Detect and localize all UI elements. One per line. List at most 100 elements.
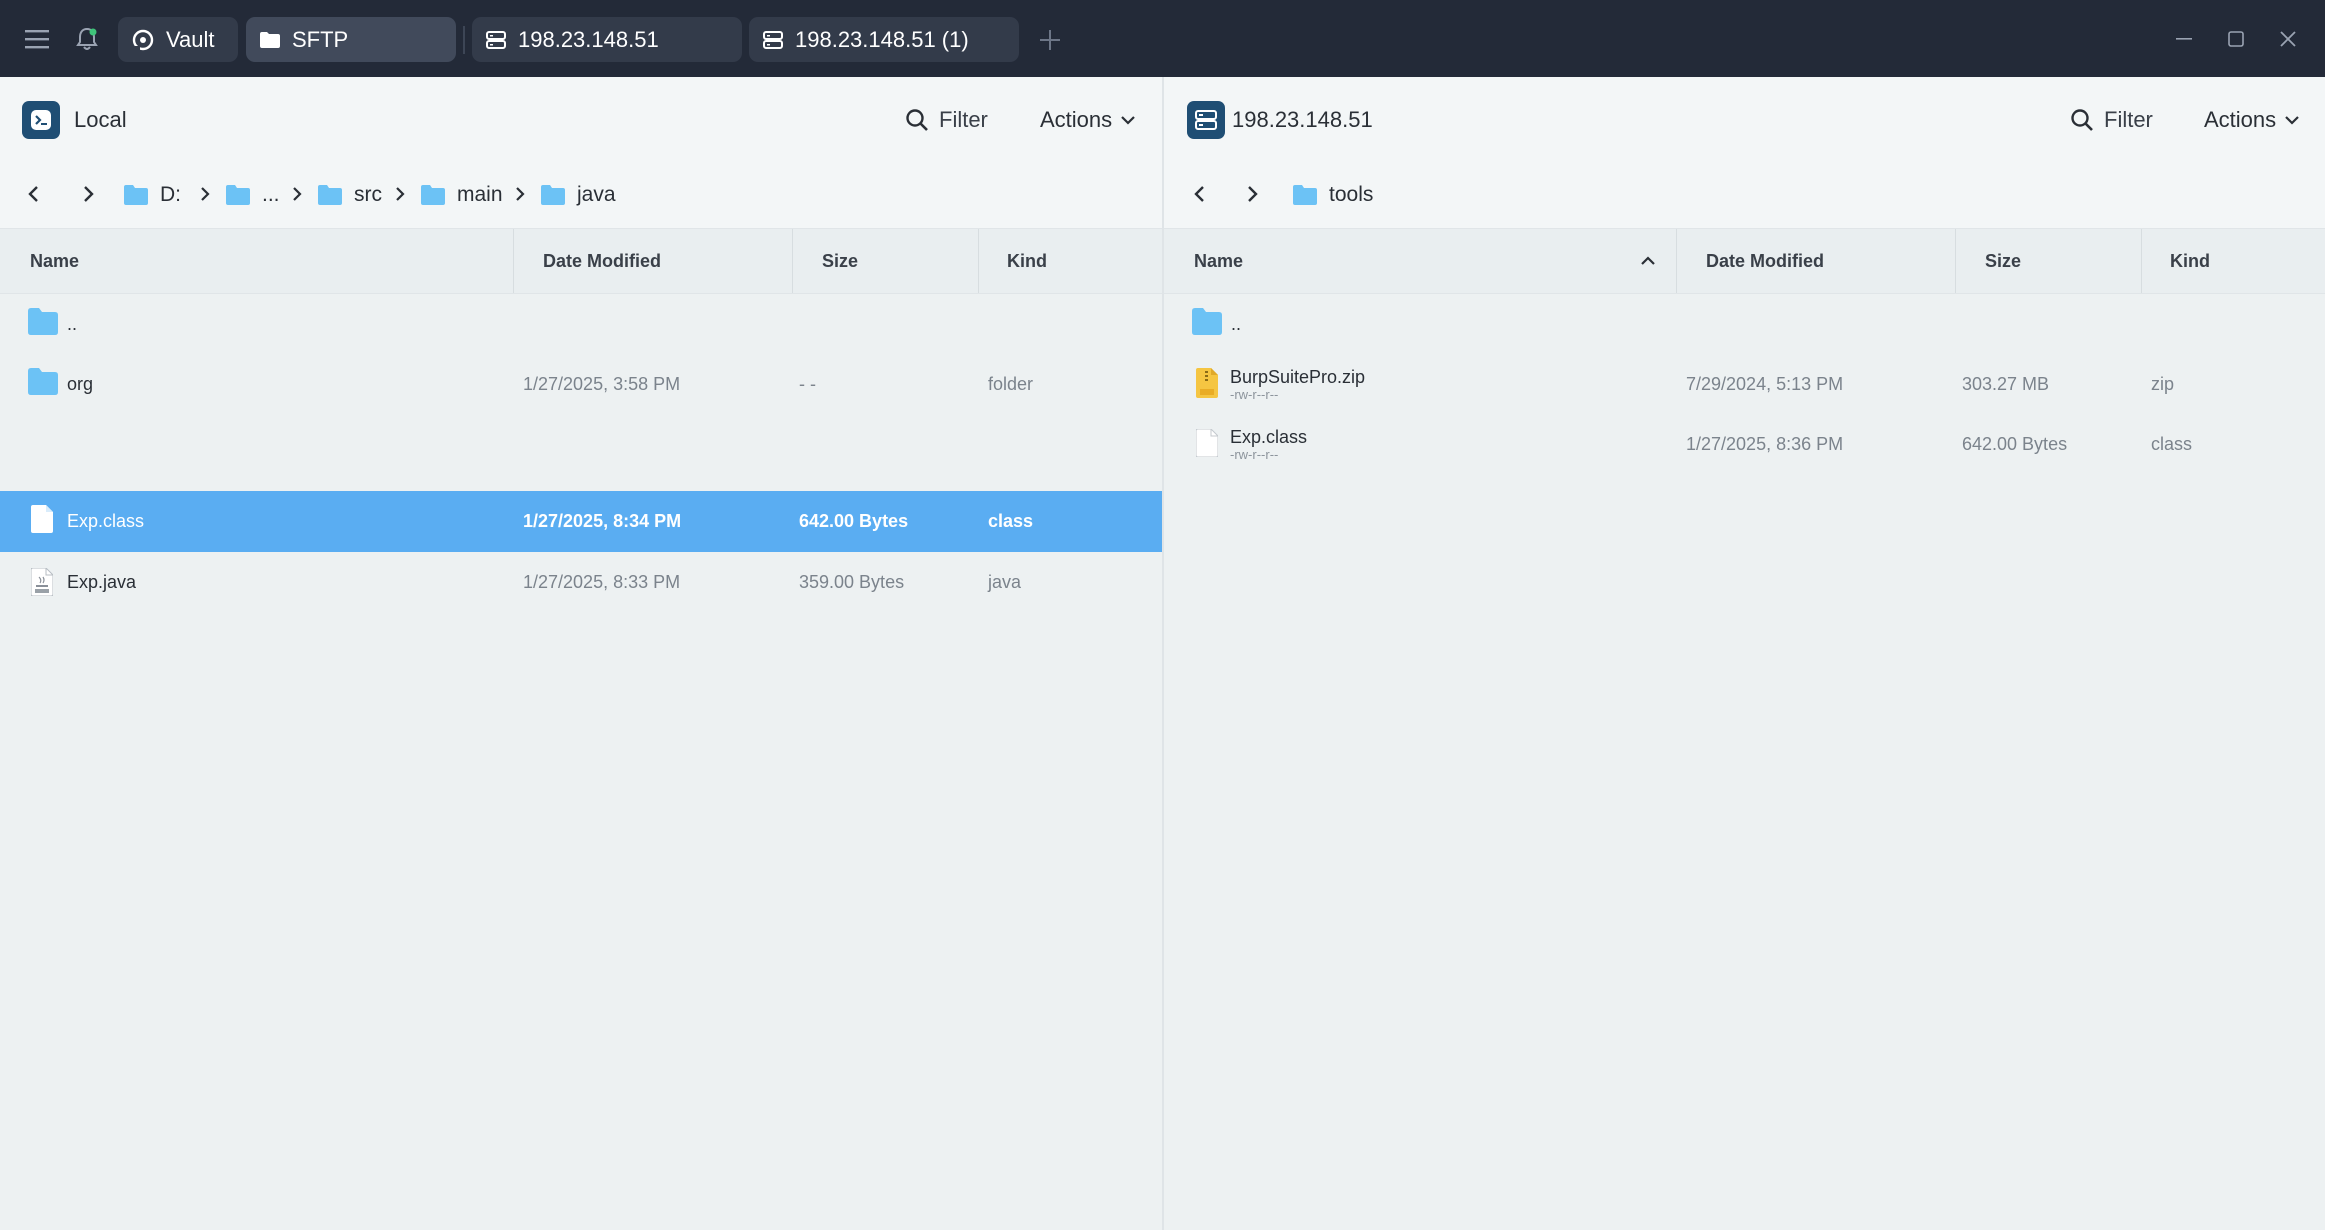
column-name[interactable]: Name	[1194, 229, 1243, 293]
notification-bell-icon[interactable]	[68, 20, 106, 58]
close-icon[interactable]	[2269, 20, 2307, 58]
folder-icon	[421, 185, 445, 205]
file-permissions: -rw-r--r--	[1230, 386, 1279, 402]
file-size: 642.00 Bytes	[799, 511, 909, 531]
file-name: ..	[67, 314, 78, 334]
folder-icon	[1192, 308, 1222, 335]
actions-button[interactable]: Actions	[2204, 103, 2300, 137]
file-name: BurpSuitePro.zip	[1230, 366, 1366, 387]
forward-arrow-icon[interactable]	[1238, 179, 1268, 209]
table-row[interactable]: Exp.java 1/27/2025, 8:33 PM 359.00 Bytes…	[0, 552, 1162, 613]
back-arrow-icon[interactable]	[1184, 179, 1214, 209]
column-kind[interactable]: Kind	[1007, 229, 1047, 293]
column-divider[interactable]	[1955, 229, 1956, 293]
filter-button[interactable]: Filter	[2070, 103, 2153, 137]
file-permissions: -rw-r--r--	[1230, 446, 1279, 462]
file-date: 1/27/2025, 8:33 PM	[523, 572, 681, 592]
file-name: org	[67, 374, 94, 394]
maximize-icon[interactable]	[2217, 20, 2255, 58]
terminal-icon	[22, 101, 60, 139]
column-kind[interactable]: Kind	[2170, 229, 2210, 293]
breadcrumb-label: main	[457, 183, 503, 206]
breadcrumb-label: D:	[160, 183, 181, 206]
tab-label: 198.23.148.51 (1)	[795, 26, 969, 52]
tab-label: Vault	[166, 26, 215, 52]
file-name: Exp.class	[1230, 426, 1308, 447]
parent-directory-row[interactable]: ..	[1164, 294, 2325, 355]
column-date-modified[interactable]: Date Modified	[1706, 229, 1824, 293]
filter-button[interactable]: Filter	[905, 103, 988, 137]
chevron-right-icon	[285, 182, 309, 206]
file-name: Exp.class	[67, 511, 145, 531]
file-icon	[1196, 429, 1218, 457]
tab-vault[interactable]: Vault	[118, 17, 238, 62]
folder-icon	[226, 185, 250, 205]
server-icon	[486, 30, 506, 49]
tab-sftp[interactable]: SFTP	[246, 17, 456, 62]
back-arrow-icon[interactable]	[18, 179, 48, 209]
column-size[interactable]: Size	[1985, 229, 2021, 293]
breadcrumb-item-current[interactable]: java	[541, 179, 616, 211]
local-pane: Local Filter Actions D: ... src main jav…	[0, 77, 1162, 1230]
column-divider[interactable]	[2141, 229, 2142, 293]
java-file-icon	[31, 568, 53, 596]
column-divider[interactable]	[513, 229, 514, 293]
parent-directory-row[interactable]: ..	[0, 294, 1162, 355]
file-name: ..	[1231, 314, 1242, 334]
filter-label: Filter	[939, 107, 988, 132]
sort-ascending-icon[interactable]	[1640, 229, 1656, 293]
table-row[interactable]: BurpSuitePro.zip -rw-r--r-- 7/29/2024, 5…	[1164, 354, 2325, 415]
table-row-selected[interactable]: Exp.class 1/27/2025, 8:34 PM 642.00 Byte…	[0, 491, 1162, 552]
column-date-modified[interactable]: Date Modified	[543, 229, 661, 293]
breadcrumb-item[interactable]: main	[421, 179, 503, 211]
breadcrumb-item[interactable]: ...	[226, 179, 280, 211]
vault-icon	[132, 29, 154, 51]
file-size: 359.00 Bytes	[799, 572, 905, 592]
zip-file-icon	[1196, 368, 1218, 398]
breadcrumb-item-current[interactable]: tools	[1293, 179, 1373, 211]
chevron-down-icon	[1120, 115, 1136, 125]
column-name[interactable]: Name	[30, 229, 79, 293]
file-size: - -	[799, 374, 816, 394]
search-icon	[905, 108, 929, 132]
breadcrumb-item[interactable]: src	[318, 179, 382, 211]
chevron-down-icon	[2284, 115, 2300, 125]
chevron-right-icon	[388, 182, 412, 206]
breadcrumb-label: ...	[262, 183, 280, 206]
file-kind: zip	[2151, 374, 2175, 394]
folder-icon	[28, 368, 58, 395]
breadcrumb-item[interactable]: D:	[124, 179, 181, 211]
file-date: 7/29/2024, 5:13 PM	[1686, 374, 1844, 394]
column-divider[interactable]	[1676, 229, 1677, 293]
remote-pane-title: 198.23.148.51	[1232, 107, 1373, 132]
column-size[interactable]: Size	[822, 229, 858, 293]
actions-label: Actions	[2204, 107, 2277, 132]
tab-label: 198.23.148.51	[518, 26, 659, 52]
folder-icon	[318, 185, 342, 205]
hamburger-menu-icon[interactable]	[18, 20, 56, 58]
breadcrumb-label: src	[354, 183, 382, 206]
tab-host-1[interactable]: 198.23.148.51	[472, 17, 742, 62]
tab-divider	[463, 26, 465, 54]
local-pane-header: Local Filter Actions D: ... src main jav…	[0, 77, 1162, 228]
actions-button[interactable]: Actions	[1040, 103, 1136, 137]
column-divider[interactable]	[792, 229, 793, 293]
file-kind: class	[2151, 434, 2193, 454]
table-row[interactable]: org 1/27/2025, 3:58 PM - - folder	[0, 354, 1162, 415]
tab-host-2[interactable]: 198.23.148.51 (1)	[749, 17, 1019, 62]
forward-arrow-icon[interactable]	[74, 179, 104, 209]
remote-pane-header: 198.23.148.51 Filter Actions tools	[1164, 77, 2325, 228]
file-name: Exp.java	[67, 572, 137, 592]
chevron-right-icon	[193, 182, 217, 206]
local-pane-title: Local	[74, 107, 127, 132]
file-date: 1/27/2025, 3:58 PM	[523, 374, 681, 394]
chevron-right-icon	[508, 182, 532, 206]
title-bar: Vault SFTP 198.23.148.51 198.23.148.51 (…	[0, 0, 2325, 77]
add-tab-icon[interactable]	[1032, 22, 1068, 58]
search-icon	[2070, 108, 2094, 132]
minimize-icon[interactable]	[2165, 20, 2203, 58]
table-row[interactable]: Exp.class -rw-r--r-- 1/27/2025, 8:36 PM …	[1164, 414, 2325, 475]
breadcrumb: D: ... src main java	[0, 175, 1162, 215]
folder-icon	[260, 31, 280, 48]
column-divider[interactable]	[978, 229, 979, 293]
